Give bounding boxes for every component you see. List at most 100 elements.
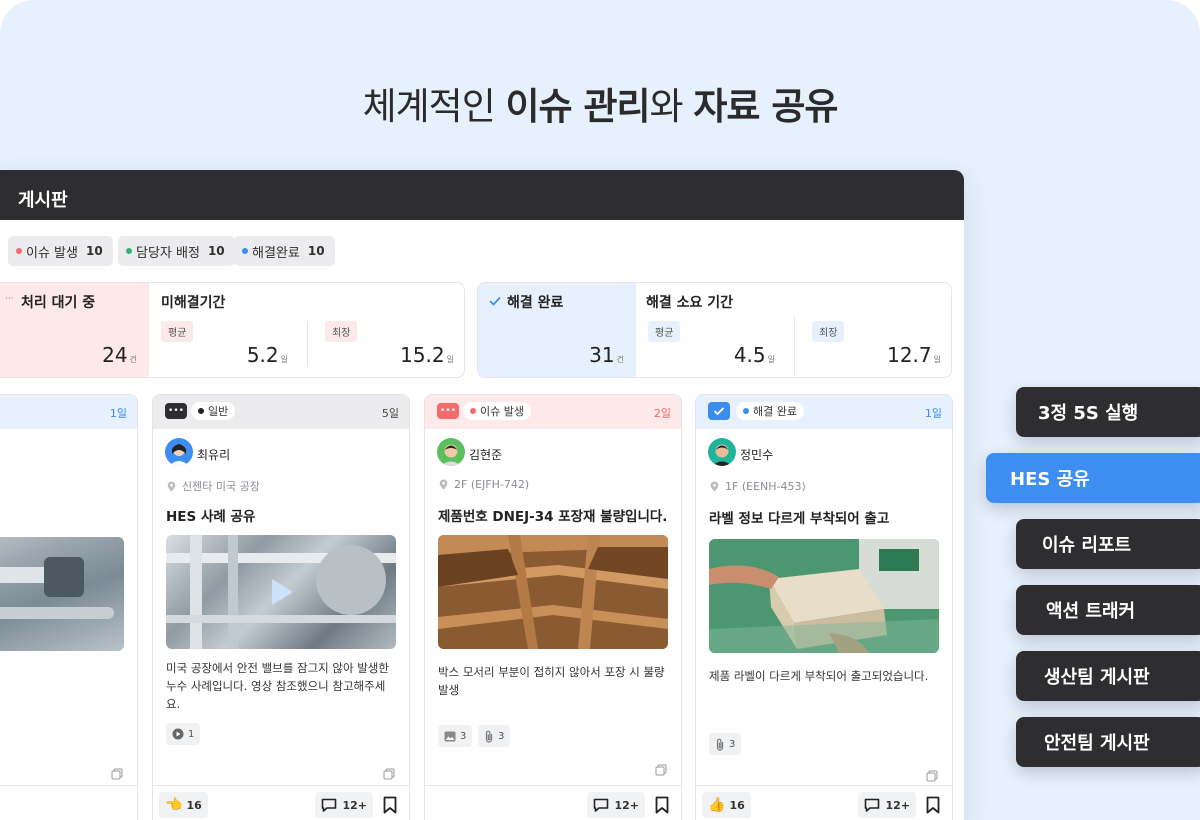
card-footer: 👍 16 12+ <box>696 785 952 820</box>
divider <box>794 316 795 376</box>
resolved-stats-panel: 해결 완료 31 건 해결 소요 기간 평균 4.5 일 최장 12.7 일 <box>477 282 952 378</box>
reaction-button[interactable]: 👍 16 <box>702 792 751 818</box>
card-title: 제품번호 DNEJ-34 포장재 불량입니다. <box>438 509 668 525</box>
pending-count: 24 건 <box>102 343 137 367</box>
attachment-count: 1 <box>188 728 195 740</box>
location-pin-icon <box>167 481 176 491</box>
avatar <box>708 438 736 466</box>
attachment-count: 3 <box>498 730 505 742</box>
filter-chip-resolved[interactable]: 해결완료 10 <box>234 236 335 266</box>
pending-stats-panel: ··· 처리 대기 중 24 건 미해결기간 평균 5.2 일 최장 15.2 일 <box>0 282 465 378</box>
avg-tag: 평균 <box>648 321 681 342</box>
image-icon <box>444 731 456 741</box>
status-label: 일반 <box>208 405 229 418</box>
menu-item-hes[interactable]: HES 공유 <box>986 453 1200 503</box>
issue-card[interactable]: 해결 완료 1일 정민수 1F (EENH-453) 라벨 정보 다르게 부착되… <box>695 394 953 820</box>
file-attachment[interactable]: 3 <box>478 725 511 747</box>
card-description: 미국 공장에서 안전 밸브를 잠그지 않아 발생한 누수 사례입니다. 영상 참… <box>166 661 389 711</box>
menu-item-safety-board[interactable]: 안전팀 게시판 <box>1016 717 1200 767</box>
author-name: 정민수 <box>740 448 774 462</box>
card-footer <box>0 785 137 820</box>
elapsed-days: 1일 <box>109 407 127 420</box>
chip-label: 해결완료 <box>252 245 300 261</box>
pending-section: ··· 처리 대기 중 24 건 <box>0 283 149 377</box>
image-attachment[interactable]: 3 <box>438 725 473 747</box>
cardboard-box-photo[interactable] <box>438 535 668 649</box>
board-window: 게시판 이슈 발생 10 담당자 배정 10 해결완료 10 ··· 처리 대기… <box>0 170 964 820</box>
comment-count: 12+ <box>342 798 367 812</box>
location-label: 1F (EENH-453) <box>725 480 806 493</box>
paperclip-icon <box>716 738 724 751</box>
card-footer: 12+ <box>425 785 681 820</box>
more-dots-icon: ••• <box>165 403 187 419</box>
author-name: 김현준 <box>469 448 503 462</box>
issue-card[interactable]: ••• 일반 5일 최유리 신젠타 미국 공장 HES 사례 공유 미국 공장에… <box>152 394 410 820</box>
reaction-count: 16 <box>186 798 202 812</box>
status-dot-icon <box>743 408 749 414</box>
headline-bold2: 자료 공유 <box>693 85 838 128</box>
copy-icon[interactable] <box>111 765 123 780</box>
resolved-title: 해결 완료 <box>507 295 564 311</box>
status-pill: 해결 완료 <box>736 402 804 420</box>
comment-button[interactable]: 12+ <box>587 792 645 818</box>
avatar <box>165 438 193 466</box>
reaction-count: 16 <box>729 798 745 812</box>
copy-icon[interactable] <box>926 767 938 782</box>
label-packaging-photo[interactable] <box>709 539 939 653</box>
factory-photo[interactable] <box>0 537 124 651</box>
filter-chip-assigned[interactable]: 담당자 배정 10 <box>118 236 235 266</box>
comment-button[interactable]: 12+ <box>315 792 373 818</box>
headline-bold1: 이슈 관리 <box>505 85 651 128</box>
bookmark-icon[interactable] <box>655 796 669 814</box>
card-header: 1일 <box>0 395 137 429</box>
board-title: 게시판 <box>0 170 964 220</box>
location: 1F (EENH-453) <box>710 480 806 493</box>
location-label: 신젠타 미국 공장 <box>182 480 260 493</box>
comment-icon <box>865 798 880 812</box>
bookmark-icon[interactable] <box>926 796 940 814</box>
resolved-section: 해결 완료 31 건 <box>478 283 636 377</box>
author-name: 최유리 <box>197 448 231 462</box>
unresolved-max: 15.2 일 <box>400 343 454 367</box>
max-tag: 최장 <box>325 321 358 342</box>
file-attachment[interactable]: 3 <box>709 733 742 755</box>
factory-video-thumbnail[interactable] <box>166 535 396 649</box>
menu-item-issue-report[interactable]: 이슈 리포트 <box>1016 519 1200 569</box>
play-icon[interactable] <box>269 577 295 607</box>
elapsed-days: 5일 <box>381 407 399 420</box>
resolve-time-avg: 4.5 일 <box>733 343 775 367</box>
max-tag: 최장 <box>812 321 845 342</box>
chip-count: 10 <box>307 244 325 258</box>
more-dots-icon: ••• <box>437 403 459 419</box>
menu-item-5s[interactable]: 3정 5S 실행 <box>1016 387 1200 437</box>
more-dots-icon: ··· <box>5 294 14 304</box>
reaction-button[interactable]: 👈 16 <box>159 792 208 818</box>
video-attachment[interactable]: 1 <box>166 723 201 745</box>
attachment-count: 3 <box>729 738 736 750</box>
comment-icon <box>594 798 609 812</box>
resolved-count: 31 건 <box>589 343 624 367</box>
menu-item-production-board[interactable]: 생산팀 게시판 <box>1016 651 1200 701</box>
copy-icon[interactable] <box>655 761 667 776</box>
pending-title: 처리 대기 중 <box>21 295 96 311</box>
status-dot-red-icon <box>16 248 22 254</box>
copy-icon[interactable] <box>383 765 395 780</box>
bookmark-icon[interactable] <box>383 796 397 814</box>
comment-button[interactable]: 12+ <box>858 792 916 818</box>
unresolved-title: 미해결기간 <box>161 295 226 311</box>
resolve-time-title: 해결 소요 기간 <box>646 295 734 311</box>
card-title: HES 사례 공유 <box>166 509 256 525</box>
status-label: 이슈 발생 <box>480 405 524 418</box>
location-pin-icon <box>710 481 719 492</box>
divider <box>307 321 308 367</box>
avatar <box>437 438 465 466</box>
filter-chip-issue[interactable]: 이슈 발생 10 <box>8 236 113 266</box>
status-dot-icon <box>470 408 476 414</box>
location: 신젠타 미국 공장 <box>167 478 260 494</box>
status-dot-icon <box>198 408 204 414</box>
comment-count: 12+ <box>614 798 639 812</box>
location-pin-icon <box>439 479 448 490</box>
issue-card[interactable]: 1일 <box>0 394 138 820</box>
issue-card[interactable]: ••• 이슈 발생 2일 김현준 2F (EJFH-742) 제품번호 DNEJ… <box>424 394 682 820</box>
menu-item-action-tracker[interactable]: 액션 트래커 <box>1016 585 1200 635</box>
